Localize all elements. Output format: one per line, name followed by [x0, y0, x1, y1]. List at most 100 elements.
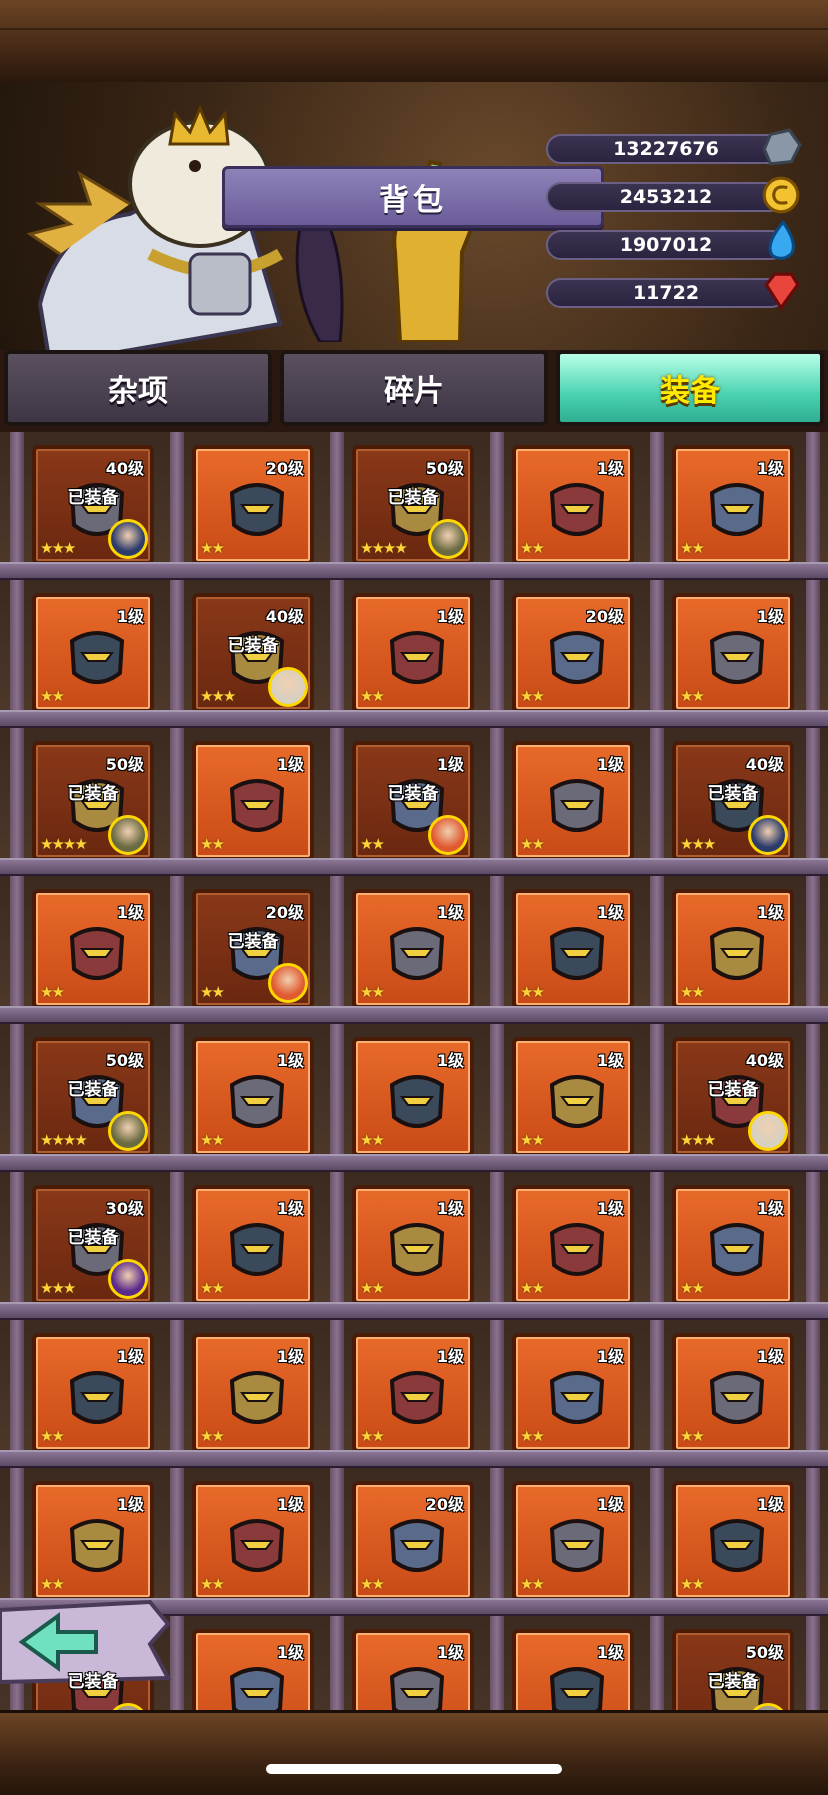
- home-indicator[interactable]: [266, 1764, 562, 1774]
- shelf-post: [170, 432, 184, 566]
- mech-arm-icon: [389, 1371, 445, 1424]
- equipment-slot[interactable]: 1级★★: [192, 1481, 314, 1601]
- red-mask-helmet-icon: [709, 483, 765, 536]
- inventory-row: 1级 ★★ 1级 ★★ 1级 ★★ 1级 ★★ 1级 ★★: [0, 1320, 828, 1468]
- item-level: 1级: [276, 1347, 304, 1366]
- star-rating-icon: ★★: [200, 835, 225, 853]
- shelf-post: [10, 580, 24, 714]
- lightning-helmet-icon: [229, 779, 285, 832]
- equipment-slot[interactable]: 1级★★: [32, 593, 154, 713]
- star-rating-icon: ★★: [520, 687, 545, 705]
- item-level: 1级: [276, 1495, 304, 1514]
- equipment-slot[interactable]: 1级★★: [352, 1185, 474, 1305]
- equipment-slot[interactable]: 40级 已装备 ★★★: [672, 1037, 794, 1157]
- hero-portrait-icon: [108, 519, 148, 559]
- shelf-post: [650, 728, 664, 862]
- equipment-slot[interactable]: 1级★★: [192, 1629, 314, 1710]
- gold-armor-icon: [709, 927, 765, 980]
- equipment-slot[interactable]: 30级 已装备 ★★★: [32, 1185, 154, 1305]
- equipment-slot[interactable]: 1级★★: [352, 889, 474, 1009]
- shelf-post: [490, 580, 504, 714]
- equipment-slot[interactable]: 1级★★: [512, 445, 634, 565]
- equipment-slot[interactable]: 1级★★: [512, 889, 634, 1009]
- chest-armor-icon: [69, 927, 125, 980]
- steel-armor-icon: [389, 1075, 445, 1128]
- equipment-slot[interactable]: 40级 已装备 ★★★: [32, 445, 154, 565]
- tab-equipment[interactable]: 装备: [556, 350, 824, 426]
- equipment-slot[interactable]: 1级★★: [32, 1333, 154, 1453]
- star-rating-icon: ★★: [680, 539, 705, 557]
- item-level: 20级: [265, 459, 304, 478]
- star-rating-icon: ★★: [40, 983, 65, 1001]
- gold-helmet-icon: [389, 631, 445, 684]
- equipment-slot[interactable]: 40级 已装备 ★★★: [672, 741, 794, 861]
- equipment-slot[interactable]: 20级 ★★: [352, 1481, 474, 1601]
- hero-portrait-icon: [428, 815, 468, 855]
- rock-icon: [69, 1371, 125, 1424]
- item-level: 1级: [596, 903, 624, 922]
- equipment-slot[interactable]: 1级★★: [512, 1037, 634, 1157]
- star-rating-icon: ★★: [360, 983, 385, 1001]
- shelf-post: [806, 876, 820, 1010]
- equipment-slot[interactable]: 1级★★: [672, 593, 794, 713]
- equipment-slot[interactable]: 50级已装备★★: [672, 1629, 794, 1710]
- equipment-slot[interactable]: 1级★★: [512, 1333, 634, 1453]
- equipment-slot[interactable]: 20级 ★★: [192, 445, 314, 565]
- star-rating-icon: ★★: [40, 1427, 65, 1445]
- equipment-slot[interactable]: 1级★★: [512, 1481, 634, 1601]
- shelf-post: [650, 1172, 664, 1306]
- equipment-slot[interactable]: 1级★★: [192, 741, 314, 861]
- equipment-slot[interactable]: 50级 已装备 ★★★★: [32, 741, 154, 861]
- shelf-post: [650, 876, 664, 1010]
- inventory-row: 30级 已装备 ★★★ 1级 ★★ 1级 ★★ 1级 ★★ 1级 ★★: [0, 1172, 828, 1320]
- star-rating-icon: ★★★★: [40, 1131, 88, 1149]
- equipment-slot[interactable]: 1级★★: [672, 1185, 794, 1305]
- equipment-slot[interactable]: 1级★★: [672, 445, 794, 565]
- equipment-slot[interactable]: 50级 已装备 ★★★★: [352, 445, 474, 565]
- equipment-slot[interactable]: 20级 ★★: [512, 593, 634, 713]
- equipment-slot[interactable]: 1级★★: [192, 1185, 314, 1305]
- item-icon: [549, 1667, 605, 1710]
- item-level: 1级: [596, 1643, 624, 1662]
- equipment-slot[interactable]: 1级★★: [192, 1037, 314, 1157]
- equipment-slot[interactable]: 1级★★: [512, 1629, 634, 1710]
- hero-portrait-icon: [268, 667, 308, 707]
- star-rating-icon: ★★★: [200, 687, 236, 705]
- shelf-post: [650, 432, 664, 566]
- shelf-post: [650, 580, 664, 714]
- equipment-slot[interactable]: 40级 已装备 ★★★: [192, 593, 314, 713]
- tab-misc[interactable]: 杂项: [4, 350, 272, 426]
- hero-portrait-icon: [268, 963, 308, 1003]
- equipment-slot[interactable]: 20级 已装备 ★★: [192, 889, 314, 1009]
- equipment-slot[interactable]: 1级★★: [352, 1629, 474, 1710]
- shelf-post: [170, 1172, 184, 1306]
- equipment-slot[interactable]: 1级★★: [352, 1037, 474, 1157]
- star-rating-icon: ★★: [520, 1279, 545, 1297]
- steel-armor-icon: [229, 1075, 285, 1128]
- shelf-post: [330, 1320, 344, 1454]
- equipped-label: 已装备: [387, 488, 439, 508]
- equipment-slot[interactable]: 1级★★: [352, 593, 474, 713]
- item-level: 1级: [276, 1199, 304, 1218]
- equipment-slot[interactable]: 1级★★: [32, 889, 154, 1009]
- equipment-slot[interactable]: 1级★★: [672, 1333, 794, 1453]
- shelf-post: [330, 1024, 344, 1158]
- shelf-post: [490, 432, 504, 566]
- hero-banner: 背包 13227676 2453212 1907012 11722: [0, 82, 828, 350]
- gauntlet-icon: [389, 1223, 445, 1276]
- item-level: 50级: [105, 1051, 144, 1070]
- teal-helmet-icon: [549, 779, 605, 832]
- equipment-slot[interactable]: 1级★★: [512, 1185, 634, 1305]
- gold-armor-icon: [549, 927, 605, 980]
- equipment-slot[interactable]: 1级★★: [672, 889, 794, 1009]
- device-icon: [229, 1519, 285, 1572]
- equipment-slot[interactable]: 50级 已装备 ★★★★: [32, 1037, 154, 1157]
- tab-fragments[interactable]: 碎片: [280, 350, 548, 426]
- equipment-slot[interactable]: 1级 已装备 ★★: [352, 741, 474, 861]
- equipment-slot[interactable]: 1级★★: [672, 1481, 794, 1601]
- equipment-slot[interactable]: 1级★★: [32, 1481, 154, 1601]
- tab-equipment-label: 装备: [660, 374, 720, 409]
- equipment-slot[interactable]: 1级★★: [192, 1333, 314, 1453]
- equipment-slot[interactable]: 1级★★: [352, 1333, 474, 1453]
- equipment-slot[interactable]: 1级★★: [512, 741, 634, 861]
